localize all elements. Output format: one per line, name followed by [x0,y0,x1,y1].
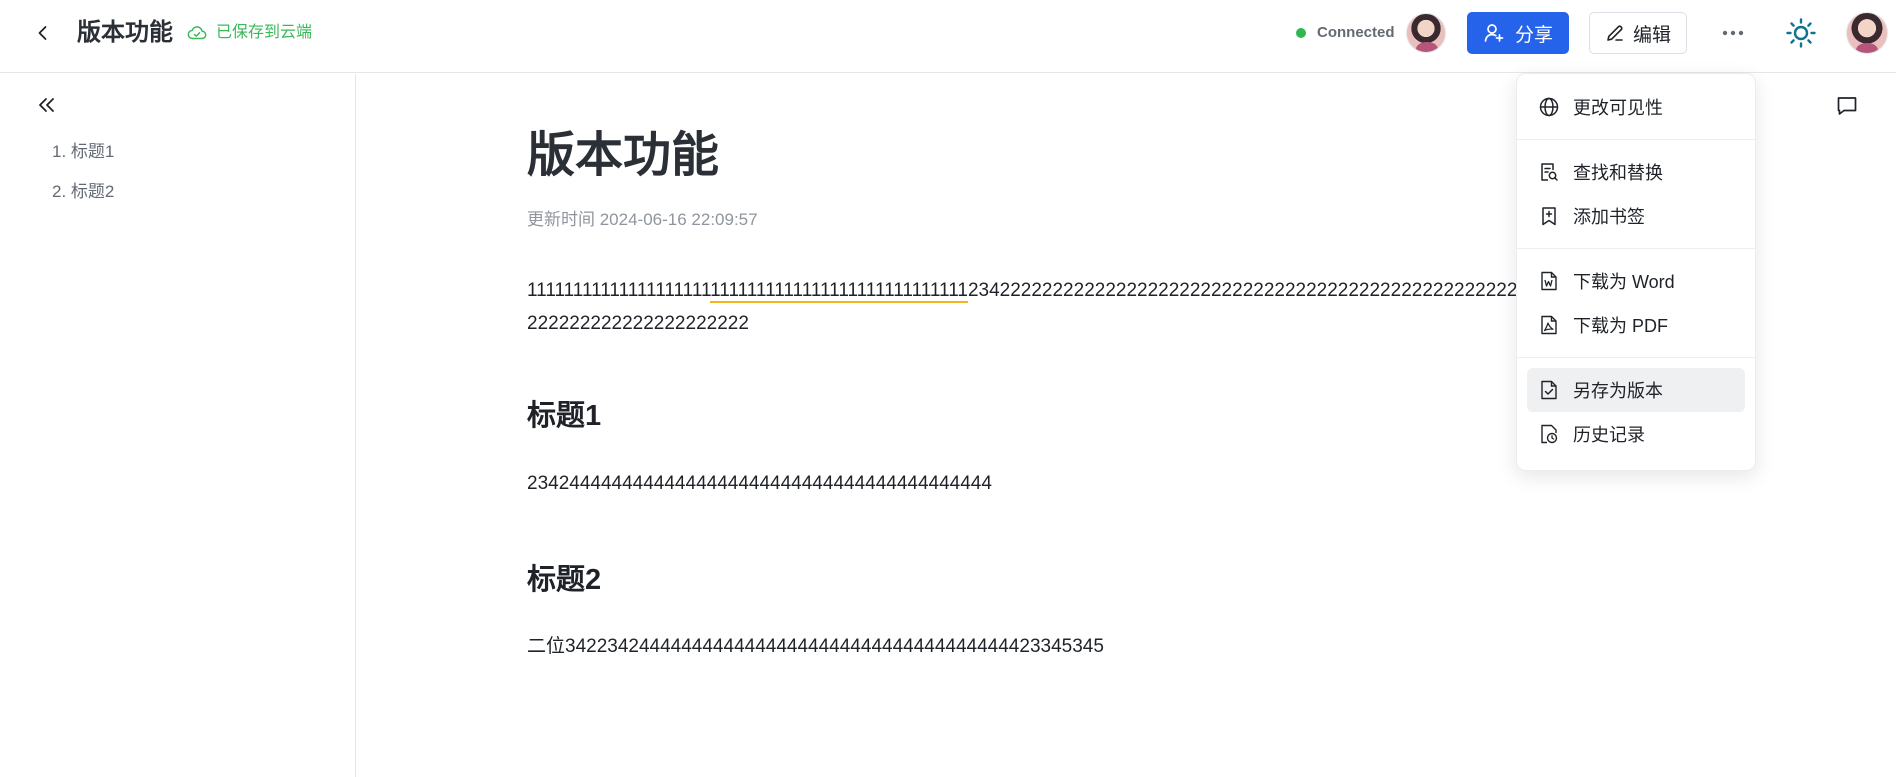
top-bar: 版本功能 已保存到云端 Connected 分享 编辑 [0,0,1896,73]
bookmark-add-icon [1537,204,1561,228]
menu-item-download-word[interactable]: 下载为 Word [1527,259,1745,303]
menu-divider [1517,357,1755,358]
menu-item-label: 下载为 PDF [1573,316,1669,336]
save-status-label: 已保存到云端 [216,24,313,41]
ellipsis-icon [1722,30,1744,36]
theme-toggle-button[interactable] [1782,14,1820,52]
word-file-icon [1537,269,1561,293]
comment-button[interactable] [1832,91,1862,121]
paragraph-text: 11111111111111111111 [527,280,711,301]
outline-sidebar: 1. 标题1 2. 标题2 [0,74,356,777]
menu-divider [1517,139,1755,140]
globe-icon [1537,95,1561,119]
save-status: 已保存到云端 [186,22,312,44]
menu-item-label: 添加书签 [1573,207,1645,227]
chevron-left-icon [38,26,47,40]
paragraph[interactable]: 1111111111111111111111111111111111111111… [527,274,1527,340]
user-avatar[interactable] [1846,12,1888,54]
toc-item[interactable]: 2. 标题2 [52,181,114,203]
paragraph[interactable]: 二位34223424444444444444444444444444444444… [527,634,1104,660]
save-version-icon [1537,378,1561,402]
menu-divider [1517,248,1755,249]
edit-label: 编辑 [1632,24,1671,46]
menu-item-label: 下载为 Word [1573,272,1675,292]
sun-icon [1786,18,1816,48]
connection-status: Connected [1296,22,1395,44]
more-options-button[interactable] [1716,16,1750,50]
cloud-icon [187,26,207,40]
pdf-file-icon [1537,313,1561,337]
toc-item[interactable]: 1. 标题1 [52,141,114,163]
menu-item-save-version[interactable]: 另存为版本 [1527,368,1745,412]
share-button[interactable]: 分享 [1467,12,1569,54]
menu-item-add-bookmark[interactable]: 添加书签 [1527,194,1745,238]
edit-button[interactable]: 编辑 [1589,12,1687,54]
highlighted-text: 1111111111111111111111111111 [710,280,968,303]
menu-item-label: 另存为版本 [1573,381,1663,401]
pencil-icon [1607,25,1623,41]
connected-dot [1296,28,1306,38]
double-chevron-left-icon [39,98,54,112]
menu-item-label: 历史记录 [1573,425,1645,445]
table-of-contents: 1. 标题1 2. 标题2 [52,141,114,221]
menu-item-download-pdf[interactable]: 下载为 PDF [1527,303,1745,347]
collapse-sidebar-button[interactable] [34,92,60,118]
document-title: 版本功能 [77,19,173,46]
updated-time: 更新时间 2024-06-16 22:09:57 [527,210,758,229]
user-add-icon [1484,24,1504,42]
heading-1: 标题1 [527,400,602,432]
document-heading: 版本功能 [527,129,720,182]
find-replace-icon [1537,160,1561,184]
heading-2: 标题2 [527,564,602,596]
history-icon [1537,422,1561,446]
menu-item-change-visibility[interactable]: 更改可见性 [1527,85,1745,129]
connection-label: Connected [1317,24,1395,41]
menu-item-label: 更改可见性 [1573,98,1663,118]
menu-item-label: 查找和替换 [1573,163,1663,183]
menu-item-history[interactable]: 历史记录 [1527,412,1745,456]
more-options-menu: 更改可见性 查找和替换 添加书签 下载为 Word 下载为 PDF 另存为版本 [1516,73,1756,471]
comment-icon [1837,97,1857,115]
share-label: 分享 [1514,24,1553,46]
back-button[interactable] [28,18,58,48]
menu-item-find-replace[interactable]: 查找和替换 [1527,150,1745,194]
paragraph[interactable]: 2342444444444444444444444444444444444444… [527,471,992,497]
collaborator-avatar[interactable] [1406,13,1446,53]
